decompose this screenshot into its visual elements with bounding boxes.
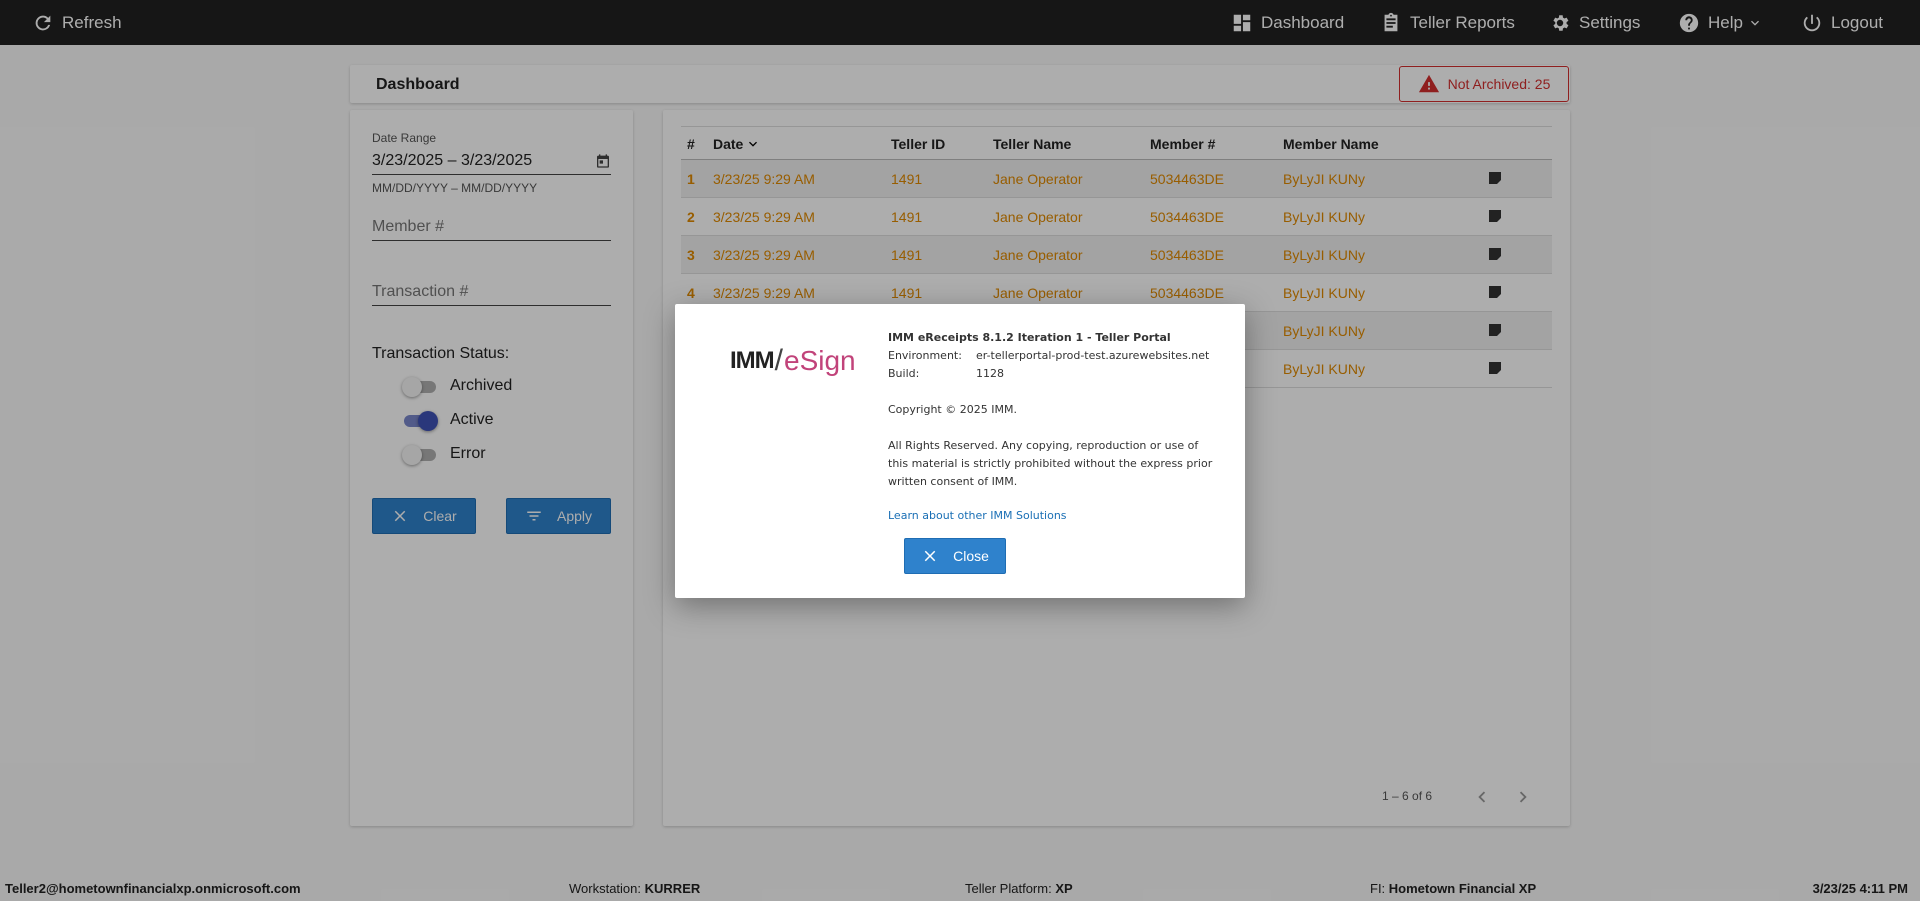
build-row: Build: 1128 bbox=[888, 365, 1218, 383]
environment-label: Environment: bbox=[888, 349, 962, 362]
logo-imm: IMM bbox=[730, 347, 775, 374]
environment-value: er-tellerportal-prod-test.azurewebsites.… bbox=[976, 349, 1210, 362]
about-dialog: IMM / eSign IMM eReceipts 8.1.2 Iteratio… bbox=[675, 304, 1245, 598]
logo-esign: eSign bbox=[784, 345, 856, 376]
imm-esign-logo: IMM / eSign bbox=[730, 344, 856, 378]
logo-slash: / bbox=[774, 344, 783, 377]
close-label: Close bbox=[953, 548, 989, 564]
build-label: Build: bbox=[888, 367, 920, 380]
copyright-text: Copyright © 2025 IMM. bbox=[888, 403, 1017, 416]
imm-solutions-link[interactable]: Learn about other IMM Solutions bbox=[888, 507, 1218, 525]
rights-text: All Rights Reserved. Any copying, reprod… bbox=[888, 439, 1213, 488]
close-icon bbox=[924, 550, 936, 562]
close-button[interactable]: Close bbox=[904, 538, 1006, 574]
about-info: IMM eReceipts 8.1.2 Iteration 1 - Teller… bbox=[888, 329, 1218, 525]
environment-row: Environment: er-tellerportal-prod-test.a… bbox=[888, 347, 1218, 365]
build-value: 1128 bbox=[976, 367, 1004, 380]
app-name: IMM eReceipts 8.1.2 Iteration 1 - Teller… bbox=[888, 331, 1171, 344]
